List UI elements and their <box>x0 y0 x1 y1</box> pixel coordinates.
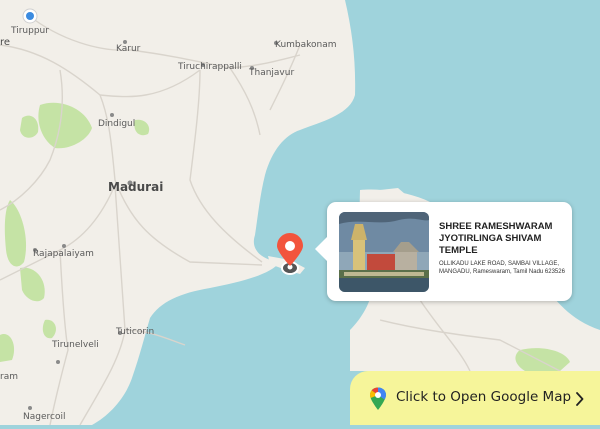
city-label-tiruppur: Tiruppur <box>11 26 49 36</box>
place-title: SHREE RAMESHWARAM JYOTIRLINGA SHIVAM TEM… <box>439 221 553 256</box>
city-label-tiruchirappalli: Tiruchirappalli <box>178 62 242 72</box>
chevron-right-icon <box>575 391 584 410</box>
city-label-dindigul: Dindigul <box>98 119 136 129</box>
city-label-madurai: Madurai <box>108 180 164 194</box>
temple-photo <box>339 212 429 292</box>
map-canvas[interactable]: Tiruppur Karur Kumbakonam Tiruchirappall… <box>0 0 600 426</box>
city-label-nagercoil: Nagercoil <box>23 412 66 422</box>
city-label-rajapalaiyam: Rajapalaiyam <box>33 249 94 259</box>
city-label-thanjavur: Thanjavur <box>249 68 295 78</box>
city-label-tuticorin: Tuticorin <box>116 327 155 337</box>
google-maps-pin-icon <box>369 387 387 415</box>
city-label-edge-bottom: ram <box>0 372 18 382</box>
city-label-edge-top: re <box>0 37 11 48</box>
place-address: OLLIKADU LAKE ROAD, SAMBAI VILLAGE, MANG… <box>439 261 565 275</box>
open-google-map-button[interactable]: Click to Open Google Map <box>350 371 600 425</box>
open-google-map-label: Click to Open Google Map <box>396 389 572 405</box>
city-label-karur: Karur <box>116 44 141 54</box>
location-pin-icon[interactable] <box>274 232 306 280</box>
place-info-card[interactable]: SHREE RAMESHWARAM JYOTIRLINGA SHIVAM TEM… <box>315 202 572 301</box>
city-label-kumbakonam: Kumbakonam <box>275 40 337 50</box>
city-label-tirunelveli: Tirunelveli <box>52 340 99 350</box>
